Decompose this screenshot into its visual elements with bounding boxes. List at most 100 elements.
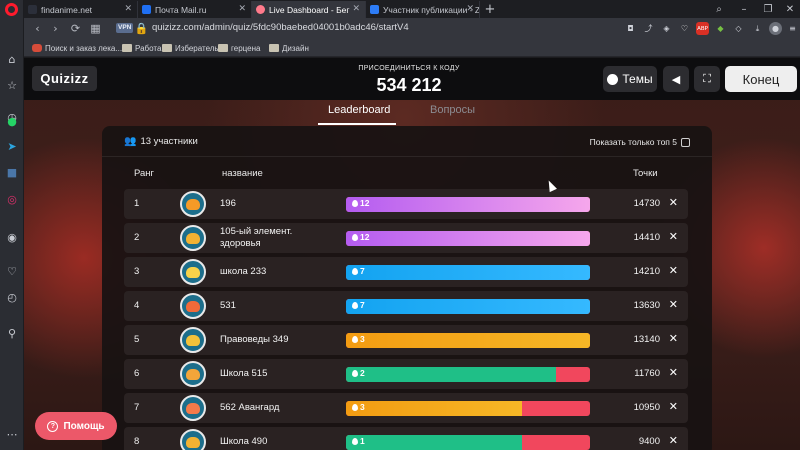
forward-icon[interactable]: › bbox=[48, 21, 63, 36]
back-icon[interactable]: ‹ bbox=[30, 21, 45, 36]
leaderboard-row[interactable]: 6 Школа 515 2 11760 ✕ bbox=[124, 359, 688, 389]
remove-participant-icon[interactable]: ✕ bbox=[669, 230, 678, 243]
leaderboard-row[interactable]: 1 196 12 14730 ✕ bbox=[124, 189, 688, 219]
profile-icon[interactable]: ● bbox=[769, 22, 782, 35]
avatar bbox=[180, 395, 206, 421]
remove-participant-icon[interactable]: ✕ bbox=[669, 434, 678, 447]
close-tab-icon[interactable]: ✕ bbox=[466, 3, 474, 14]
streak-drop-icon bbox=[352, 335, 358, 343]
speed-dial-icon[interactable]: ◈ bbox=[660, 22, 673, 35]
home-icon[interactable]: ⌂ bbox=[3, 50, 21, 68]
leaderboard-row[interactable]: 3 школа 233 7 14210 ✕ bbox=[124, 257, 688, 287]
points-value: 13140 bbox=[633, 334, 660, 345]
streak-label: 12 bbox=[352, 232, 369, 242]
vpn-badge[interactable]: VPN bbox=[116, 23, 134, 33]
minimize-icon[interactable]: – bbox=[732, 0, 756, 18]
remove-participant-icon[interactable]: ✕ bbox=[669, 196, 678, 209]
bookmark-label: Поиск и заказ лека... bbox=[45, 43, 123, 53]
leaderboard-row[interactable]: 7 562 Авангард 3 10950 ✕ bbox=[124, 393, 688, 423]
camera-icon[interactable]: ◘ bbox=[624, 22, 637, 35]
clock-icon[interactable]: ◴ bbox=[3, 288, 21, 306]
avatar bbox=[180, 191, 206, 217]
close-window-icon[interactable]: ✕ bbox=[778, 0, 800, 18]
whatsapp-icon[interactable]: ● bbox=[3, 112, 21, 130]
instagram-icon[interactable]: ◎ bbox=[3, 190, 21, 208]
close-tab-icon[interactable]: ✕ bbox=[352, 3, 360, 14]
adblock-icon[interactable]: ABP bbox=[696, 22, 709, 35]
end-button[interactable]: Конец bbox=[725, 66, 797, 92]
help-button[interactable]: ? Помощь bbox=[35, 412, 117, 440]
col-rank-header: Ранг bbox=[134, 168, 155, 179]
heart-icon[interactable]: ♡ bbox=[678, 22, 691, 35]
sound-button[interactable]: ◀ bbox=[663, 66, 689, 92]
leaderboard-row[interactable]: 4 531 7 13630 ✕ bbox=[124, 291, 688, 321]
remove-participant-icon[interactable]: ✕ bbox=[669, 264, 678, 277]
avatar bbox=[180, 225, 206, 251]
bookmark-item[interactable]: Избератель bbox=[162, 42, 219, 54]
reload-icon[interactable]: ⟳ bbox=[68, 21, 83, 36]
progress-bar: 3 bbox=[346, 401, 590, 416]
more-icon[interactable]: ⋯ bbox=[3, 425, 21, 443]
tiles-icon[interactable]: ▦ bbox=[88, 21, 103, 36]
tab-leaderboard[interactable]: Leaderboard bbox=[328, 104, 390, 116]
tab-zoom[interactable]: Участник публикации - Z ✕ bbox=[366, 1, 480, 18]
tab-mail[interactable]: Почта Mail.ru ✕ bbox=[138, 1, 252, 18]
avatar-monster-icon bbox=[186, 266, 200, 278]
top5-label: Показать только топ 5 bbox=[589, 137, 677, 147]
search-tabs-icon[interactable]: ⌕ bbox=[707, 0, 731, 18]
leaderboard-row[interactable]: 8 Школа 490 1 9400 ✕ bbox=[124, 427, 688, 450]
remove-participant-icon[interactable]: ✕ bbox=[669, 332, 678, 345]
progress-fill bbox=[346, 197, 590, 212]
remove-participant-icon[interactable]: ✕ bbox=[669, 400, 678, 413]
avatar bbox=[180, 361, 206, 387]
close-tab-icon[interactable]: ✕ bbox=[238, 3, 246, 14]
cube-icon[interactable]: ◇ bbox=[732, 22, 745, 35]
leaderboard-row[interactable]: 5 Правоведы 349 3 13140 ✕ bbox=[124, 325, 688, 355]
remove-participant-icon[interactable]: ✕ bbox=[669, 298, 678, 311]
tab-live-dashboard[interactable]: Live Dashboard - Бег ✕ bbox=[252, 1, 366, 18]
progress-fill bbox=[346, 435, 522, 450]
streak-value: 12 bbox=[360, 198, 370, 208]
quizizz-logo[interactable]: Quizizz bbox=[32, 66, 97, 91]
vk-icon[interactable]: ■ bbox=[3, 163, 21, 181]
top5-checkbox[interactable] bbox=[681, 137, 690, 147]
menu-icon[interactable]: ≡ bbox=[786, 22, 799, 35]
avatar-monster-icon bbox=[186, 198, 200, 210]
lock-icon[interactable]: 🔒 bbox=[134, 21, 149, 36]
close-tab-icon[interactable]: ✕ bbox=[124, 3, 132, 14]
leaderboard-row[interactable]: 2 105-ый элемент. здоровья 12 14410 ✕ bbox=[124, 223, 688, 253]
streak-value: 1 bbox=[360, 436, 365, 446]
avatar-monster-icon bbox=[186, 402, 200, 414]
quiz-header: Quizizz ПРИСОЕДИНИТЬСЯ К КОДУ 534 212 Те… bbox=[24, 58, 800, 100]
top5-toggle[interactable]: Показать только топ 5 bbox=[590, 137, 690, 147]
download-icon[interactable]: ⤓ bbox=[751, 22, 764, 35]
extension-icon[interactable]: ◆ bbox=[714, 22, 727, 35]
bookmark-item[interactable]: герцена bbox=[218, 42, 260, 54]
url-field[interactable]: quizizz.com/admin/quiz/5fdc90baebed04001… bbox=[152, 22, 409, 33]
tab-findanime[interactable]: findanime.net ✕ bbox=[24, 1, 138, 18]
player-icon[interactable]: ◉ bbox=[3, 228, 21, 246]
restore-icon[interactable]: ❐ bbox=[756, 0, 780, 18]
new-tab-button[interactable]: + bbox=[480, 1, 500, 18]
leaderboard-panel: 👥 13 участники Показать только топ 5 Ран… bbox=[102, 126, 712, 450]
points-value: 11760 bbox=[634, 368, 660, 379]
progress-bar: 7 bbox=[346, 299, 590, 314]
remove-participant-icon[interactable]: ✕ bbox=[669, 366, 678, 379]
heart-icon[interactable]: ♡ bbox=[3, 262, 21, 280]
tab-questions[interactable]: Вопросы bbox=[430, 104, 475, 116]
location-icon[interactable]: ⚲ bbox=[3, 324, 21, 342]
telegram-icon[interactable]: ➤ bbox=[3, 137, 21, 155]
bookmark-item[interactable]: Поиск и заказ лека... bbox=[32, 42, 122, 54]
share-icon[interactable]: ⤴ bbox=[642, 22, 655, 35]
fullscreen-button[interactable]: ⛶ bbox=[694, 66, 720, 92]
avatar-monster-icon bbox=[186, 436, 200, 448]
bookmark-item[interactable]: Дизайн bbox=[269, 42, 309, 54]
folder-icon bbox=[122, 44, 132, 52]
streak-label: 3 bbox=[352, 402, 365, 412]
bookmark-item[interactable]: Работа bbox=[122, 42, 161, 54]
bookmark-icon[interactable]: ☆ bbox=[3, 76, 21, 94]
opera-logo-icon[interactable] bbox=[5, 3, 18, 16]
join-code: 534 212 bbox=[376, 75, 442, 95]
themes-button[interactable]: Темы bbox=[603, 66, 657, 92]
progress-fill bbox=[346, 367, 556, 382]
